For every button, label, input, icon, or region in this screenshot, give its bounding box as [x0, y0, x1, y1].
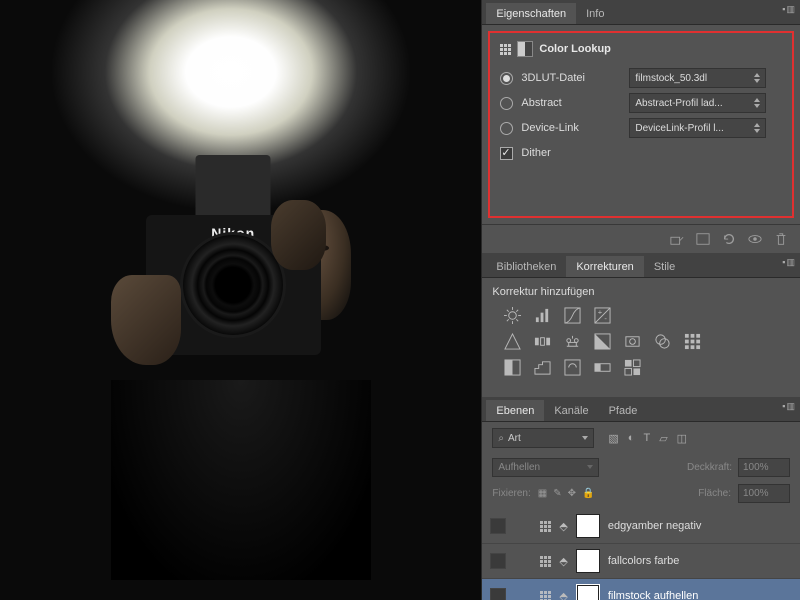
lock-transparent-icon[interactable]: ▦ [538, 488, 547, 499]
tab-info[interactable]: Info [576, 3, 614, 24]
link-mask-icon[interactable]: ⬘ [559, 520, 567, 533]
lock-all-icon[interactable]: 🔒 [582, 488, 594, 499]
channel-mixer-icon[interactable] [654, 333, 671, 350]
label-devicelink: Device-Link [521, 122, 629, 134]
photo-subject: Nikon [111, 180, 371, 560]
tab-corrections[interactable]: Korrekturen [566, 256, 643, 277]
properties-tabs: Eigenschaften Info ▪▥ [482, 0, 800, 25]
layer-row[interactable]: ⬘ fallcolors farbe [482, 544, 800, 579]
properties-panel: Color Lookup 3DLUT-Datei filmstock_50.3d… [488, 31, 794, 218]
opacity-label: Deckkraft: [687, 462, 732, 473]
panel-menu-icon-2[interactable]: ▪▥ [782, 257, 796, 268]
layer-filter-type[interactable]: Art [492, 428, 594, 448]
layer-row[interactable]: ⬘ filmstock aufhellen [482, 579, 800, 600]
layer-mask-thumb[interactable] [576, 549, 600, 573]
brightness-icon[interactable] [504, 307, 521, 324]
color-balance-icon[interactable] [564, 333, 581, 350]
svg-text:-: - [605, 314, 608, 323]
properties-footer [482, 224, 800, 253]
posterize-icon[interactable] [534, 359, 551, 376]
clip-to-layer-icon[interactable] [670, 232, 684, 246]
filter-smart-icon[interactable]: ◫ [677, 432, 687, 445]
bw-icon[interactable] [594, 333, 611, 350]
tab-paths[interactable]: Pfade [599, 400, 648, 421]
mask-icon[interactable] [517, 41, 533, 57]
corrections-title: Korrektur hinzufügen [492, 286, 790, 298]
invert-icon[interactable] [504, 359, 521, 376]
checkbox-dither[interactable] [500, 147, 513, 160]
visibility-icon[interactable] [748, 232, 762, 246]
filter-adjust-icon[interactable]: ◐ [628, 432, 635, 445]
delete-icon[interactable] [774, 232, 788, 246]
tab-libraries[interactable]: Bibliotheken [486, 256, 566, 277]
threshold-icon[interactable] [564, 359, 581, 376]
tab-properties[interactable]: Eigenschaften [486, 3, 576, 24]
corrections-tabs: Bibliotheken Korrekturen Stile ▪▥ [482, 253, 800, 278]
panel-menu-icon[interactable]: ▪▥ [782, 4, 796, 15]
filter-type-icon[interactable]: T [643, 432, 650, 445]
photo-filter-icon[interactable] [624, 333, 641, 350]
tab-channels[interactable]: Kanäle [544, 400, 598, 421]
layer-mask-thumb[interactable] [576, 584, 600, 600]
dropdown-abstract[interactable]: Abstract-Profil lad... [629, 93, 766, 113]
selective-color-icon[interactable] [624, 359, 641, 376]
levels-icon[interactable] [534, 307, 551, 324]
layer-row[interactable]: ⬘ edgyamber negativ [482, 509, 800, 544]
reset-icon[interactable] [722, 232, 736, 246]
label-dither: Dither [521, 147, 629, 159]
layer-name[interactable]: fallcolors farbe [608, 555, 680, 567]
lock-position-icon[interactable]: ✥ [568, 488, 576, 499]
filter-pixel-icon[interactable]: ▧ [608, 432, 618, 445]
properties-title: Color Lookup [539, 43, 611, 55]
fill-input[interactable]: 100% [738, 484, 790, 503]
vibrance-icon[interactable] [504, 333, 521, 350]
label-3dlut: 3DLUT-Datei [521, 72, 629, 84]
layer-list: ⬘ edgyamber negativ ⬘ fallcolors farbe ⬘… [482, 509, 800, 600]
layer-adj-icon [540, 521, 551, 532]
gradient-map-icon[interactable] [594, 359, 611, 376]
lock-paint-icon[interactable]: ✎ [553, 488, 561, 499]
layer-name[interactable]: edgyamber negativ [608, 520, 702, 532]
hue-icon[interactable] [534, 333, 551, 350]
document-viewport[interactable]: Nikon [0, 0, 481, 600]
layer-adj-icon [540, 556, 551, 567]
corrections-panel: Korrektur hinzufügen +- [482, 278, 800, 397]
layer-name[interactable]: filmstock aufhellen [608, 590, 699, 600]
layer-adj-icon [540, 591, 551, 600]
visibility-toggle[interactable] [490, 588, 506, 600]
panel-stack: Eigenschaften Info ▪▥ Color Lookup 3DLUT… [481, 0, 800, 600]
tab-layers[interactable]: Ebenen [486, 400, 544, 421]
dropdown-3dlut[interactable]: filmstock_50.3dl [629, 68, 766, 88]
curves-icon[interactable] [564, 307, 581, 324]
link-mask-icon[interactable]: ⬘ [559, 590, 567, 600]
radio-abstract[interactable] [500, 97, 513, 110]
layers-tabs: Ebenen Kanäle Pfade ▪▥ [482, 397, 800, 422]
blend-mode-select[interactable]: Aufhellen [492, 458, 599, 477]
radio-3dlut[interactable] [500, 72, 513, 85]
fill-label: Fläche: [698, 488, 731, 499]
opacity-input[interactable]: 100% [738, 458, 790, 477]
app-root: Nikon Eigenschaften Info ▪▥ Color Lookup… [0, 0, 800, 600]
filter-shape-icon[interactable]: ▱ [659, 432, 667, 445]
label-abstract: Abstract [521, 97, 629, 109]
panel-menu-icon-3[interactable]: ▪▥ [782, 401, 796, 412]
dropdown-devicelink[interactable]: DeviceLink-Profil l... [629, 118, 766, 138]
lock-fill-row: Fixieren: ▦ ✎ ✥ 🔒 Fläche: 100% [482, 481, 800, 509]
layer-mask-thumb[interactable] [576, 514, 600, 538]
tab-styles[interactable]: Stile [644, 256, 685, 277]
color-lookup-icon[interactable] [684, 333, 701, 350]
lut-grid-icon [500, 44, 511, 55]
visibility-toggle[interactable] [490, 553, 506, 569]
svg-text:+: + [598, 308, 603, 317]
blend-opacity-row: Aufhellen Deckkraft: 100% [482, 454, 800, 481]
lock-label: Fixieren: [492, 488, 530, 499]
visibility-toggle[interactable] [490, 518, 506, 534]
view-previous-icon[interactable] [696, 232, 710, 246]
link-mask-icon[interactable]: ⬘ [559, 555, 567, 568]
exposure-icon[interactable]: +- [594, 307, 611, 324]
radio-devicelink[interactable] [500, 122, 513, 135]
layer-filter-row: Art ▧ ◐ T ▱ ◫ [482, 422, 800, 454]
